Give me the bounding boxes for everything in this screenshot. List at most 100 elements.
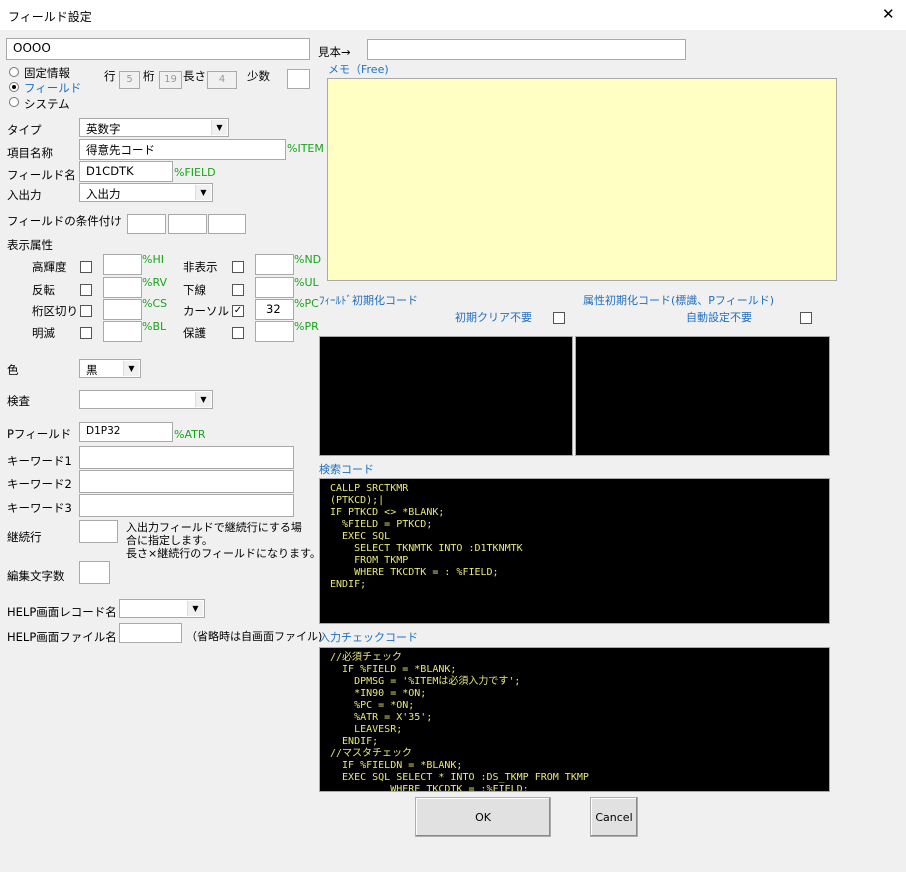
keyword-1-input[interactable]	[79, 446, 294, 469]
chevron-down-icon[interactable]: ▼	[195, 392, 211, 407]
code-line: //必須チェック	[330, 652, 403, 663]
row-input[interactable]: 5	[119, 71, 140, 89]
help-file-input[interactable]	[119, 623, 182, 643]
attr-tag-hi: %HI	[142, 253, 164, 266]
keyword-2-label: キーワード2	[7, 477, 72, 491]
attr-input-rv[interactable]	[103, 277, 142, 298]
condition-input-3[interactable]	[208, 214, 246, 234]
attr-checkbox-rv[interactable]	[80, 284, 92, 296]
attr-init-code[interactable]	[575, 336, 830, 456]
code-line: ENDIF;	[330, 736, 379, 747]
p-field-input[interactable]: D1P32	[79, 422, 173, 442]
sample-label: 見本→	[318, 45, 351, 59]
type-label: タイプ	[7, 123, 42, 137]
attr-checkbox-bl[interactable]	[80, 327, 92, 339]
code-line: %ATR = X'35';	[330, 712, 433, 723]
attr-input-hi[interactable]	[103, 254, 142, 275]
attr-checkbox-pr[interactable]	[232, 327, 244, 339]
attr-label-pc: カーソル	[183, 304, 229, 318]
attr-checkbox-cs[interactable]	[80, 305, 92, 317]
ok-button[interactable]: OK	[415, 797, 551, 837]
check-select[interactable]: ▼	[79, 390, 213, 409]
attr-input-pr[interactable]	[255, 321, 294, 342]
radio-field[interactable]	[9, 82, 19, 92]
radio-system[interactable]	[9, 97, 19, 107]
field-init-clear-label: 初期クリア不要	[455, 311, 532, 324]
attr-tag-pr: %PR	[294, 320, 319, 333]
keyword-2-input[interactable]	[79, 470, 294, 493]
item-name-label: 項目名称	[7, 146, 53, 160]
keyword-1-label: キーワード1	[7, 454, 72, 468]
sample-input[interactable]	[367, 39, 686, 60]
window-title: フィールド設定	[8, 10, 92, 24]
continuation-input[interactable]	[79, 520, 118, 543]
check-label: 検査	[7, 394, 30, 408]
type-select[interactable]: 英数字 ▼	[79, 118, 229, 137]
memo-label: メモ（Free)	[328, 63, 389, 76]
radio-fixed-label: 固定情報	[24, 66, 70, 80]
attr-input-cs[interactable]	[103, 299, 142, 320]
memo-textarea[interactable]	[327, 78, 837, 281]
attr-label-bl: 明滅	[32, 326, 55, 340]
chevron-down-icon[interactable]: ▼	[195, 185, 211, 200]
field-name-input[interactable]: D1CDTK	[79, 161, 173, 182]
attr-checkbox-nd[interactable]	[232, 261, 244, 273]
attr-checkbox-ul[interactable]	[232, 284, 244, 296]
field-init-code[interactable]	[319, 336, 573, 456]
attr-input-nd[interactable]	[255, 254, 294, 275]
field-init-label: ﾌｨｰﾙﾄﾞ初期化コード	[319, 294, 418, 307]
attr-init-auto-label: 自動設定不要	[686, 311, 752, 324]
code-line: DPMSG = '%ITEMは必須入力です';	[330, 676, 521, 687]
code-line: %FIELD = PTKCD;	[330, 519, 433, 530]
radio-fixed[interactable]	[9, 67, 19, 77]
input-check-editor[interactable]: //必須チェック IF %FIELD = *BLANK; DPMSG = '%I…	[319, 647, 830, 792]
item-name-input[interactable]: 得意先コード	[79, 139, 286, 160]
help-record-select[interactable]: ▼	[119, 599, 205, 618]
continuation-label: 継続行	[7, 530, 42, 544]
len-input[interactable]: 4	[207, 71, 237, 89]
chevron-down-icon[interactable]: ▼	[187, 601, 203, 616]
radio-field-label: フィールド	[24, 81, 82, 95]
color-label: 色	[7, 363, 19, 377]
code-line: ENDIF;	[330, 579, 367, 590]
io-value: 入出力	[86, 187, 121, 201]
attr-input-ul[interactable]	[255, 277, 294, 298]
dec-input[interactable]	[287, 69, 310, 89]
code-line: SELECT TKNMTK INTO :D1TKNMTK	[330, 543, 523, 554]
close-icon[interactable]: ✕	[882, 5, 895, 23]
col-input[interactable]: 19	[159, 71, 182, 89]
color-select[interactable]: 黒 ▼	[79, 359, 141, 378]
attr-init-auto-checkbox[interactable]	[800, 312, 812, 324]
chevron-down-icon[interactable]: ▼	[211, 120, 227, 135]
attr-checkbox-pc[interactable]: ✓	[232, 305, 244, 317]
name-input[interactable]: OOOO	[6, 38, 310, 60]
item-name-tag: %ITEM	[287, 142, 324, 155]
attr-tag-nd: %ND	[294, 253, 322, 266]
dec-label: 少数	[247, 69, 270, 83]
cancel-button[interactable]: Cancel	[590, 797, 638, 837]
attr-init-label: 属性初期化コード(標識、Pフィールド)	[583, 294, 774, 307]
title-bar: フィールド設定 ✕	[0, 0, 906, 30]
attr-tag-ul: %UL	[294, 276, 319, 289]
attr-checkbox-hi[interactable]	[80, 261, 92, 273]
attr-label-hi: 高輝度	[32, 260, 67, 274]
attr-input-pc[interactable]: 32	[255, 299, 294, 320]
search-code-editor[interactable]: CALLP SRCTKMR (PTKCD);| IF PTKCD <> *BLA…	[319, 478, 830, 624]
condition-input-1[interactable]	[127, 214, 166, 234]
code-line: WHERE TKCDTK = : %FIELD;	[330, 567, 499, 578]
field-init-clear-checkbox[interactable]	[553, 312, 565, 324]
code-line: *IN90 = *ON;	[330, 688, 427, 699]
code-line: IF %FIELDN = *BLANK;	[330, 760, 463, 771]
attr-tag-bl: %BL	[142, 320, 167, 333]
attr-tag-rv: %RV	[142, 276, 168, 289]
io-select[interactable]: 入出力 ▼	[79, 183, 213, 202]
keyword-3-label: キーワード3	[7, 501, 72, 515]
code-line: FROM TKMP	[330, 555, 409, 566]
chevron-down-icon[interactable]: ▼	[123, 361, 139, 376]
attr-label-ul: 下線	[183, 283, 206, 297]
attr-input-bl[interactable]	[103, 321, 142, 342]
help-file-label: HELP画面ファイル名	[7, 630, 117, 644]
condition-input-2[interactable]	[168, 214, 207, 234]
edit-chars-input[interactable]	[79, 561, 110, 584]
keyword-3-input[interactable]	[79, 494, 294, 517]
